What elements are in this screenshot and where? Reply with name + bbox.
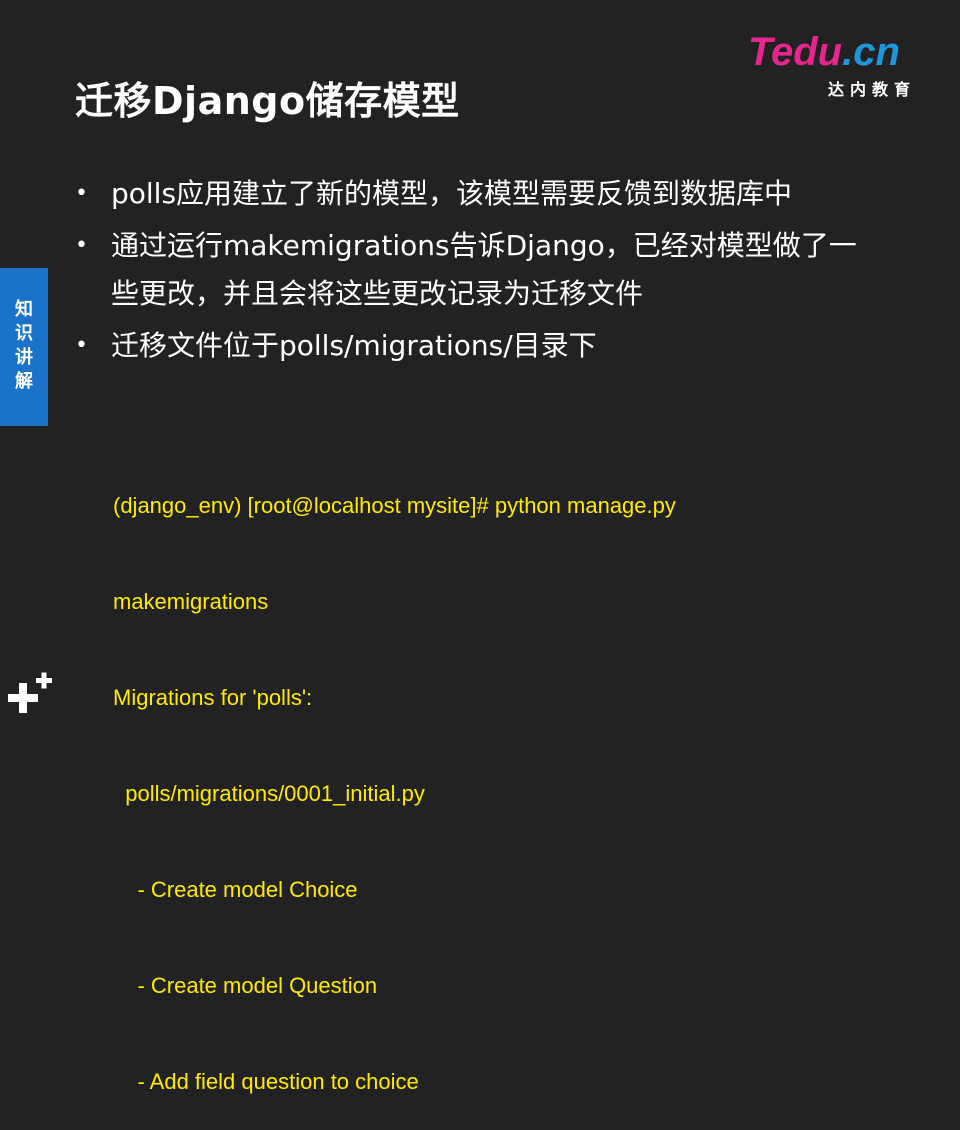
code-line: Migrations for 'polls': bbox=[113, 685, 313, 710]
bullet-text: 迁移文件位于polls/migrations/目录下 bbox=[111, 329, 597, 362]
code-line: polls/migrations/0001_initial.py bbox=[113, 781, 425, 806]
code-line: - Add field question to choice bbox=[113, 1069, 419, 1094]
bullet-item: • 通过运行makemigrations告诉Django，已经对模型做了一些更改… bbox=[75, 222, 865, 318]
code-block: (django_env) [root@localhost mysite]# py… bbox=[113, 426, 813, 1130]
tedu-logo-mark: Tedu.cn bbox=[748, 30, 900, 74]
bullet-item: • polls应用建立了新的模型，该模型需要反馈到数据库中 bbox=[75, 170, 865, 218]
bullet-list: • polls应用建立了新的模型，该模型需要反馈到数据库中 • 通过运行make… bbox=[75, 170, 865, 374]
code-line: makemigrations bbox=[113, 589, 269, 614]
tedu-logo: Tedu.cn 达内教育 bbox=[748, 30, 928, 100]
side-tab: 知识讲解 bbox=[0, 268, 48, 426]
bullet-dot-icon: • bbox=[75, 333, 88, 358]
code-line: - Create model Question bbox=[113, 973, 378, 998]
slide-title: 迁移Django储存模型 bbox=[75, 79, 460, 123]
code-line: - Create model Choice bbox=[113, 877, 358, 902]
bullet-text: 通过运行makemigrations告诉Django，已经对模型做了一些更改，并… bbox=[111, 229, 857, 310]
tedu-logo-subtitle: 达内教育 bbox=[828, 80, 917, 99]
plus-logo-icon bbox=[8, 672, 52, 713]
code-line: (django_env) [root@localhost mysite]# py… bbox=[113, 493, 676, 518]
bullet-item: • 迁移文件位于polls/migrations/目录下 bbox=[75, 322, 865, 370]
side-tab-label: 知识讲解 bbox=[15, 299, 33, 392]
bullet-dot-icon: • bbox=[75, 181, 88, 206]
bullet-text: polls应用建立了新的模型，该模型需要反馈到数据库中 bbox=[111, 177, 793, 210]
bullet-dot-icon: • bbox=[75, 233, 88, 258]
